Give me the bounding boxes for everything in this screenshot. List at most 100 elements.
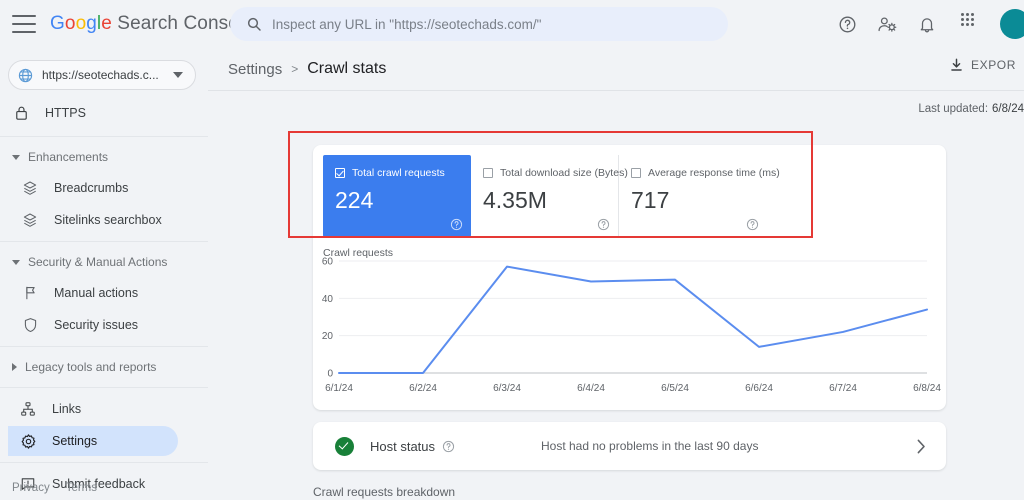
sidebar-item-label: Security issues bbox=[54, 318, 139, 332]
checkbox-icon[interactable] bbox=[335, 168, 345, 178]
url-inspection-search-bar[interactable] bbox=[230, 7, 728, 41]
sidebar-divider-1 bbox=[0, 136, 208, 137]
help-icon[interactable] bbox=[836, 13, 858, 35]
metric-label: Total crawl requests bbox=[352, 167, 445, 179]
breadcrumb-separator: > bbox=[291, 62, 299, 76]
metric-tabs: Total crawl requests 224 Total download … bbox=[313, 145, 946, 237]
sidebar-item-label: Breadcrumbs bbox=[54, 181, 129, 195]
help-icon[interactable] bbox=[597, 218, 610, 231]
chart-y-tick: 20 bbox=[322, 331, 334, 342]
metric-value: 717 bbox=[631, 186, 670, 213]
logo-letter-e: e bbox=[101, 13, 112, 34]
export-button[interactable]: EXPOR bbox=[950, 58, 1016, 72]
metric-total-crawl-requests[interactable]: Total crawl requests 224 bbox=[323, 155, 471, 237]
crawl-stats-card: Total crawl requests 224 Total download … bbox=[313, 145, 946, 410]
https-status-row: HTTPS bbox=[0, 96, 208, 130]
crawl-requests-line-chart: Crawl requests 0 20 40 60 6/1/24 6/2/24 6/3/24… bbox=[313, 245, 946, 405]
last-updated-label: Last updated: bbox=[918, 103, 989, 115]
sidebar-item-breadcrumbs[interactable]: Breadcrumbs bbox=[8, 173, 176, 203]
sidebar-divider-3 bbox=[0, 346, 208, 347]
account-settings-icon[interactable] bbox=[876, 13, 898, 35]
last-updated: Last updated: 6/8/24 bbox=[208, 91, 1024, 127]
sidebar-item-security-issues[interactable]: Security issues bbox=[8, 310, 176, 340]
hamburger-icon[interactable] bbox=[12, 15, 36, 33]
chevron-right-icon[interactable] bbox=[917, 439, 926, 454]
status-ok-icon bbox=[335, 436, 354, 456]
layers-icon bbox=[20, 180, 40, 196]
checkbox-icon[interactable] bbox=[631, 168, 641, 178]
help-icon[interactable] bbox=[746, 218, 759, 231]
metric-value: 4.35M bbox=[483, 186, 547, 213]
shield-icon bbox=[20, 317, 40, 333]
last-updated-value: 6/8/24 bbox=[992, 103, 1024, 115]
flag-icon bbox=[20, 285, 40, 301]
privacy-link[interactable]: Privacy bbox=[12, 482, 50, 494]
sidebar-group-security-manual-actions[interactable]: Security & Manual Actions bbox=[0, 248, 208, 276]
sidebar-item-label: Sitelinks searchbox bbox=[54, 213, 162, 227]
chart-series-line bbox=[338, 265, 928, 374]
sidebar-group-enhancements[interactable]: Enhancements bbox=[0, 143, 208, 171]
chart-x-tick: 6/2/24 bbox=[409, 383, 437, 394]
chevron-down-icon bbox=[12, 154, 20, 160]
checkbox-icon[interactable] bbox=[483, 168, 493, 178]
chevron-down-icon bbox=[12, 259, 20, 265]
chart-x-tick: 6/7/24 bbox=[829, 383, 857, 394]
sidebar-item-manual-actions[interactable]: Manual actions bbox=[8, 278, 176, 308]
terms-link[interactable]: Terms bbox=[66, 482, 97, 494]
chart-y-tick: 40 bbox=[322, 294, 334, 305]
sidebar-footer-links: Privacy Terms bbox=[12, 482, 97, 494]
sidebar-group-label: Legacy tools and reports bbox=[25, 360, 157, 374]
logo-letter-g2: g bbox=[86, 13, 97, 34]
https-label: HTTPS bbox=[45, 106, 86, 120]
sidebar-item-label: Manual actions bbox=[54, 286, 139, 300]
page-title: Crawl stats bbox=[307, 60, 387, 77]
metric-total-download-size[interactable]: Total download size (Bytes) 4.35M bbox=[471, 155, 628, 237]
export-label: EXPOR bbox=[970, 58, 1016, 72]
sidebar-item-sitelinks-searchbox[interactable]: Sitelinks searchbox bbox=[8, 205, 176, 235]
top-bar-icons bbox=[836, 0, 1024, 48]
property-selector[interactable]: https://seotechads.c... bbox=[8, 60, 196, 90]
user-avatar[interactable] bbox=[1000, 9, 1024, 39]
metric-value: 224 bbox=[335, 186, 374, 213]
host-status-message: Host had no problems in the last 90 days bbox=[541, 439, 759, 453]
main-content: Settings > Crawl stats EXPOR Last update… bbox=[208, 48, 1024, 500]
chart-x-tick: 6/3/24 bbox=[493, 383, 521, 394]
chevron-right-icon bbox=[12, 363, 17, 371]
crawl-requests-breakdown-title: Crawl requests breakdown bbox=[313, 485, 456, 499]
brand-logo[interactable]: Google Search Console bbox=[50, 13, 254, 35]
sidebar-item-label: Settings bbox=[52, 434, 98, 448]
sidebar-item-label: Links bbox=[52, 402, 82, 416]
lock-icon bbox=[14, 105, 29, 121]
gear-icon bbox=[18, 433, 38, 450]
metric-label: Average response time (ms) bbox=[648, 167, 780, 179]
globe-icon bbox=[17, 67, 34, 84]
breadcrumb: Settings > Crawl stats EXPOR bbox=[208, 48, 1024, 90]
sidebar-item-links[interactable]: Links bbox=[8, 394, 176, 424]
search-input[interactable] bbox=[272, 16, 702, 32]
sidebar-group-label: Security & Manual Actions bbox=[28, 255, 168, 269]
chart-x-tick: 6/4/24 bbox=[577, 383, 605, 394]
help-icon[interactable] bbox=[450, 218, 463, 231]
logo-letter-o2: o bbox=[75, 13, 87, 34]
host-status-row[interactable]: Host status Host had no problems in the … bbox=[313, 422, 946, 470]
host-status-title: Host status bbox=[370, 438, 436, 454]
download-icon bbox=[950, 58, 963, 72]
chart-x-tick: 6/5/24 bbox=[661, 383, 689, 394]
help-icon[interactable] bbox=[442, 440, 455, 453]
metric-average-response-time[interactable]: Average response time (ms) 717 bbox=[619, 155, 780, 237]
search-console-page: Google Search Console Inspect any URL in… bbox=[0, 0, 1024, 500]
chart-x-tick: 6/1/24 bbox=[325, 383, 353, 394]
property-label: https://seotechads.c... bbox=[42, 68, 159, 82]
sidebar-divider-2 bbox=[0, 241, 208, 242]
sidebar: https://seotechads.c... HTTPS Enhancemen… bbox=[0, 48, 208, 500]
sidebar-divider-5 bbox=[0, 462, 208, 463]
top-bar: Google Search Console bbox=[0, 0, 1024, 48]
sidebar-group-legacy-tools[interactable]: Legacy tools and reports bbox=[0, 353, 208, 381]
search-icon bbox=[246, 16, 262, 32]
apps-grid-icon[interactable] bbox=[956, 13, 978, 35]
breadcrumb-settings[interactable]: Settings bbox=[228, 61, 282, 78]
sidebar-item-settings[interactable]: Settings bbox=[8, 426, 178, 456]
notifications-bell-icon[interactable] bbox=[916, 13, 938, 35]
metric-label: Total download size (Bytes) bbox=[500, 167, 628, 179]
logo-letter-g: G bbox=[50, 13, 65, 34]
